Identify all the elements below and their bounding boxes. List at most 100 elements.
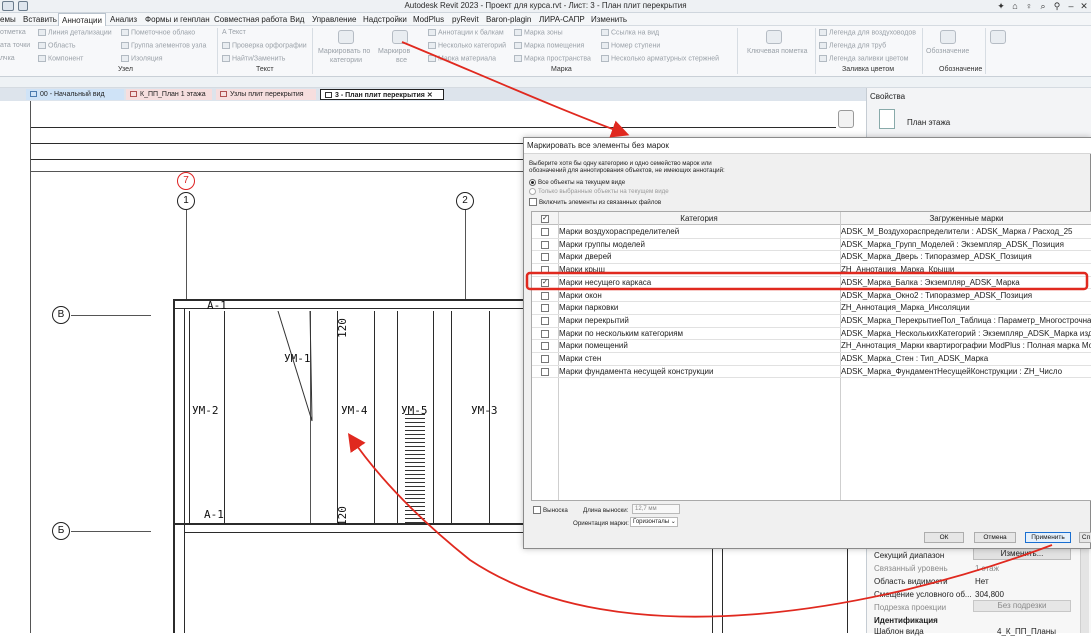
row-loaded-tag[interactable]: ADSK_Марка_ПерекрытиеПол_Таблица : Парам… — [841, 315, 1091, 327]
category-row[interactable]: Марки дверей ADSK_Марка_Дверь : Типоразме… — [532, 251, 1091, 265]
prop-value[interactable]: 4_К_ПП_Планы — [997, 627, 1056, 636]
ribbon-tag-by-category[interactable]: Маркировать по — [318, 48, 370, 55]
row-checkbox[interactable] — [541, 316, 549, 325]
tab-structure[interactable]: емы — [0, 13, 16, 26]
cancel-button[interactable]: Отмена — [974, 532, 1016, 543]
star-icon[interactable]: ✦ — [994, 0, 1008, 13]
category-row[interactable]: Марки воздухораспределителей ADSK_M_Возду… — [532, 226, 1091, 239]
row-loaded-tag[interactable]: ADSK_Марка_ФундаментНесущейКонструкции :… — [841, 366, 1091, 378]
ribbon-revision-cloud[interactable]: Пометочное облако — [131, 29, 195, 36]
category-row[interactable]: Марки парковки ZH_Аннотация_Марка_Инсоляц… — [532, 302, 1091, 315]
row-loaded-tag[interactable]: ADSK_Марка_Групп_Моделей : Экземпляр_ADS… — [841, 239, 1091, 251]
ribbon-tag-all[interactable]: Маркиров — [378, 48, 410, 55]
view-tab-plan-floor1[interactable]: К_ПП_План 1 этажа — [126, 89, 212, 100]
ribbon-spot-slope[interactable]: лчка — [0, 55, 15, 62]
tab-baron[interactable]: Baron-plagin — [486, 13, 531, 26]
ribbon-material-tag[interactable]: Марка материала — [438, 55, 496, 62]
ribbon-find-replace[interactable]: Найти/Заменить — [232, 55, 285, 62]
category-row[interactable]: Марки окон ADSK_Марка_Окно2 : Типоразмер_… — [532, 290, 1091, 303]
tab-lira[interactable]: ЛИРА-САПР — [539, 13, 585, 26]
row-loaded-tag[interactable]: ADSK_Марка_Окно2 : Типоразмер_ADSK_Позиц… — [841, 290, 1091, 302]
tab-insert[interactable]: Вставить — [23, 13, 57, 26]
row-checkbox[interactable] — [541, 304, 549, 313]
ribbon-multi-rebar[interactable]: Несколько арматурных стержней — [611, 55, 719, 62]
grid-bubble-b[interactable]: Б — [52, 522, 70, 540]
ribbon-duct-legend[interactable]: Легенда для воздуховодов — [829, 29, 916, 36]
close-tab-icon[interactable]: ✕ — [427, 92, 433, 99]
row-checkbox[interactable] — [541, 240, 549, 249]
beam-label-a1-top[interactable]: А-1 — [207, 299, 227, 312]
tab-view[interactable]: Вид — [290, 13, 304, 26]
home-icon[interactable]: ⌂ — [1008, 0, 1022, 13]
ribbon-room-tag[interactable]: Марка помещения — [524, 42, 584, 49]
row-loaded-tag[interactable]: ZH_Аннотация_Марка_Крыши — [841, 264, 1091, 276]
row-checkbox[interactable] — [541, 342, 549, 351]
category-row[interactable]: Марки крыш ZH_Аннотация_Марка_Крыши — [532, 264, 1091, 277]
row-checkbox[interactable] — [541, 329, 549, 338]
ok-button[interactable]: ОК — [924, 532, 964, 543]
category-row[interactable]: Марки фундамента несущей конструкции ADSK… — [532, 366, 1091, 379]
ribbon-detail-group[interactable]: Группа элементов узла — [131, 42, 206, 49]
prop-value[interactable]: 304,800 — [975, 590, 1004, 599]
beam-label-um5[interactable]: УМ-5 — [401, 404, 428, 417]
ribbon-area-tag[interactable]: Марка зоны — [524, 29, 563, 36]
ribbon-space-tag[interactable]: Марка пространства — [524, 55, 591, 62]
row-checkbox[interactable] — [541, 291, 549, 300]
row-loaded-tag[interactable]: ADSK_Марка_Балка : Экземпляр_ADSK_Марка — [841, 277, 1091, 289]
ribbon-pipe-legend[interactable]: Легенда для труб — [829, 42, 886, 49]
close-icon[interactable]: ✕ — [1077, 0, 1091, 13]
row-checkbox[interactable] — [541, 228, 549, 236]
radio-selected-objects[interactable] — [529, 188, 536, 195]
beam-label-um1[interactable]: УМ-1 — [284, 352, 311, 365]
ribbon-text[interactable]: A Текст — [222, 29, 246, 36]
ribbon-symbol[interactable]: Обозначение — [926, 48, 969, 55]
tab-massing[interactable]: Формы и генплан — [145, 13, 210, 26]
row-loaded-tag[interactable]: ADSK_Марка_Стен : Тип_ADSK_Марка — [841, 353, 1091, 365]
row-loaded-tag[interactable]: ZH_Аннотация_Марки квартирографии ModPlu… — [841, 340, 1091, 352]
grid-bubble-2[interactable]: 2 — [456, 192, 474, 210]
revision-bubble[interactable]: 7 — [177, 172, 195, 190]
view-tab-slab-plan[interactable]: 3 - План плит перекрытия ✕ — [320, 89, 444, 100]
row-loaded-tag[interactable]: ADSK_Марка_Дверь : Типоразмер_ADSK_Позиц… — [841, 251, 1091, 263]
search-icon[interactable]: ⌕ — [1036, 0, 1050, 13]
row-loaded-tag[interactable]: ADSK_Марка_НесколькихКатегорий : Экземпл… — [841, 328, 1091, 340]
ribbon-region[interactable]: Область — [48, 42, 75, 49]
category-row[interactable]: ✓ Марки несущего каркаса ADSK_Марка_Балка … — [532, 277, 1091, 290]
select-all-checkbox[interactable]: ✓ — [541, 214, 549, 223]
tab-collaborate[interactable]: Совместная работа — [214, 13, 287, 26]
column-header-category[interactable]: Категория — [558, 212, 840, 225]
tab-analyze[interactable]: Анализ — [110, 13, 137, 26]
properties-scrollbar[interactable] — [1080, 546, 1089, 633]
ribbon-insulation[interactable]: Изоляция — [131, 55, 163, 62]
ribbon-spot-coordinate[interactable]: ата точки — [0, 42, 30, 49]
row-checkbox[interactable] — [541, 355, 549, 363]
category-row[interactable]: Марки по нескольким категориям ADSK_Марка… — [532, 328, 1091, 341]
beam-label-um3[interactable]: УМ-3 — [471, 404, 498, 417]
ribbon-component[interactable]: Компонент — [48, 55, 83, 62]
tab-manage[interactable]: Управление — [312, 13, 356, 26]
orientation-select[interactable]: Горизонталы ⌄ — [630, 517, 678, 527]
grid-bubble-1[interactable]: 1 — [177, 192, 195, 210]
leader-checkbox[interactable] — [533, 506, 541, 514]
grid-bubble-v[interactable]: В — [52, 306, 70, 324]
row-checkbox[interactable] — [541, 367, 549, 376]
help-button[interactable]: Сп — [1079, 532, 1091, 543]
navigation-wheel-icon[interactable] — [838, 110, 854, 128]
ribbon-tread-number[interactable]: Номер ступени — [611, 42, 660, 49]
ribbon-multi-category[interactable]: Несколько категорий — [438, 42, 506, 49]
category-row[interactable]: Марки перекрытий ADSK_Марка_ПерекрытиеПол… — [532, 315, 1091, 328]
radio-all-objects[interactable] — [529, 179, 536, 186]
edit-view-range-button[interactable]: Изменить... — [973, 548, 1071, 560]
tab-addins[interactable]: Надстройки — [363, 13, 407, 26]
ribbon-color-fill-legend[interactable]: Легенда заливки цветом — [829, 55, 908, 62]
ribbon-spelling[interactable]: Проверка орфографии — [232, 42, 307, 49]
properties-type[interactable]: План этажа — [907, 118, 950, 127]
leader-length-input[interactable]: 12,7 мм — [632, 504, 680, 514]
prop-value[interactable]: Нет — [975, 577, 989, 586]
row-loaded-tag[interactable]: ADSK_M_Воздухораспределители : ADSK_Марк… — [841, 226, 1091, 238]
tab-modplus[interactable]: ModPlus — [413, 13, 444, 26]
help-icon[interactable]: ⚲ — [1050, 0, 1064, 13]
category-row[interactable]: Марки помещений ZH_Аннотация_Марки кварти… — [532, 340, 1091, 353]
ribbon-spot-elevation[interactable]: отметка — [0, 29, 26, 36]
tab-pyrevit[interactable]: pyRevit — [452, 13, 479, 26]
